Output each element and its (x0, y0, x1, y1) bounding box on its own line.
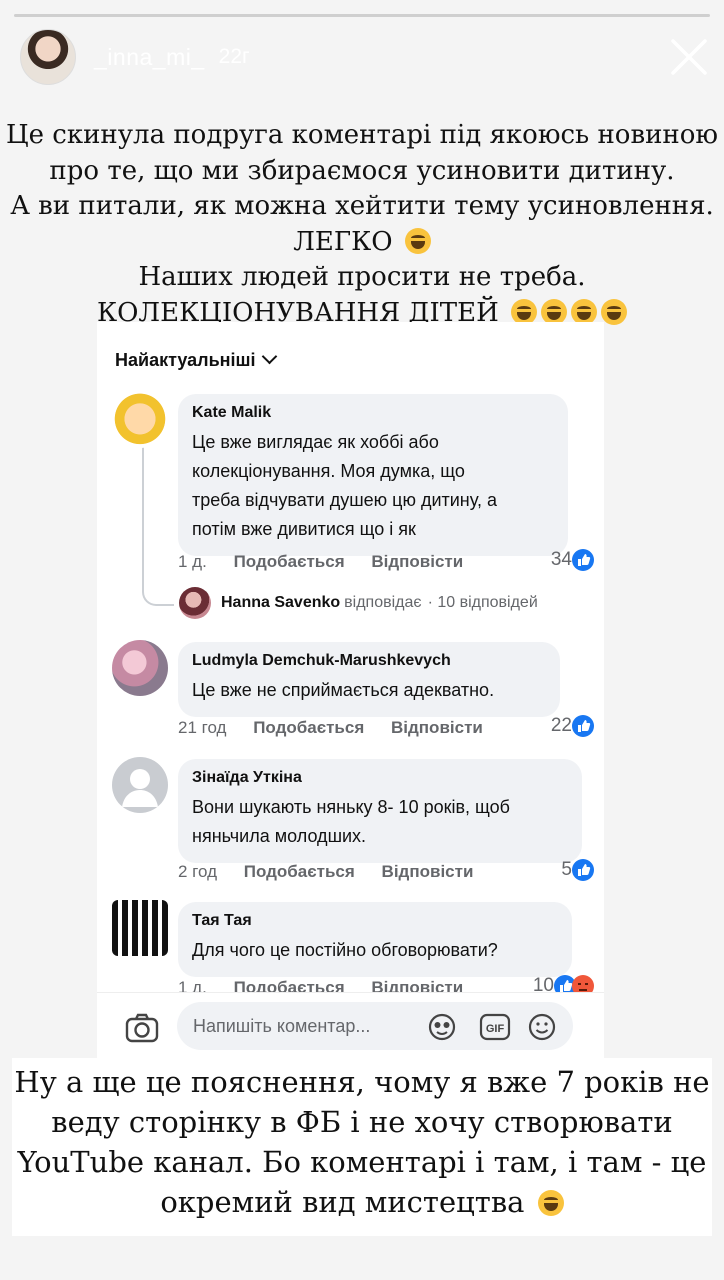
commenter-name[interactable]: Ludmyla Demchuk-Marushkevych (192, 652, 546, 670)
reaction-count[interactable]: 34 (551, 549, 594, 571)
comment-time: 1 д. (178, 552, 207, 571)
avatar (179, 587, 211, 619)
reply-button[interactable]: Відповісти (371, 552, 463, 571)
laughing-emoji-icon (511, 298, 538, 325)
like-button[interactable]: Подобається (234, 552, 345, 571)
laughing-emoji-icon (601, 298, 628, 325)
avatar-sticker-icon[interactable] (427, 1012, 457, 1042)
emoji-icon[interactable] (527, 1012, 557, 1042)
comment-placeholder: Напишіть коментар... (193, 1016, 371, 1036)
story-caption-bottom: Ну а ще це пояснення, чому я вже 7 років… (12, 1058, 712, 1236)
caption-line: Це скинула подруга коментарі під якоюсь … (5, 120, 719, 150)
default-avatar-icon[interactable] (112, 757, 168, 813)
story-time: 22г (218, 45, 250, 68)
commenter-name[interactable]: Kate Malik (192, 404, 554, 422)
comment-actions: 21 год Подобається Відповісти (178, 718, 505, 738)
reaction-count[interactable]: 22 (551, 715, 594, 737)
comment-input[interactable]: Напишіть коментар... GIF (177, 1002, 573, 1050)
story-progress-bar (14, 14, 710, 17)
reply-author: Hanna Savenko (221, 594, 341, 611)
comment-bubble: Kate Malik Це вже виглядає як хоббі або … (178, 394, 568, 556)
comment-bubble: Зінаїда Уткіна Вони шукають няньку 8- 10… (178, 759, 582, 863)
close-icon[interactable] (668, 36, 710, 78)
sort-dropdown[interactable]: Найактуальніші (115, 348, 277, 371)
reply-button[interactable]: Відповісти (391, 718, 483, 737)
comment-actions: 2 год Подобається Відповісти (178, 862, 495, 882)
qr-avatar[interactable] (112, 900, 168, 956)
comment-time: 21 год (178, 718, 227, 737)
comment-actions: 1 д. Подобається Відповісти (178, 552, 485, 572)
caption-line: Ну а ще це пояснення, чому я вже 7 років… (14, 1065, 710, 1099)
commenter-name[interactable]: Зінаїда Уткіна (192, 769, 568, 787)
caption-line: А ви питали, як можна хейтити тему усино… (10, 191, 714, 221)
comment-bubble: Ludmyla Demchuk-Marushkevych Це вже не с… (178, 642, 560, 717)
reaction-count[interactable]: 5 (561, 859, 594, 881)
comment-text: Вони шукають няньку 8- 10 років, щоб нян… (192, 797, 510, 846)
comment-time: 2 год (178, 862, 218, 881)
like-button[interactable]: Подобається (253, 718, 364, 737)
reply-thread-line (142, 442, 174, 606)
laughing-emoji-icon (541, 298, 568, 325)
caption-line: окремий вид мистецтва (12, 1182, 712, 1222)
like-button[interactable]: Подобається (244, 862, 355, 881)
laughing-emoji-icon (571, 298, 598, 325)
caption-line: ЛЕГКО (0, 225, 724, 261)
reply-count: · 10 відповідей (427, 594, 538, 611)
story-progress-fill (14, 14, 710, 17)
reply-action: відповідає (344, 594, 422, 611)
comment-text: Це вже не сприймається адекватно. (192, 680, 495, 700)
comment-composer: Напишіть коментар... GIF (97, 992, 604, 1059)
story-header: _inna_mi_ 22г (20, 29, 250, 85)
svg-text:GIF: GIF (486, 1023, 505, 1035)
caption-line: YouTube канал. Бо коментарі і там, і там… (17, 1145, 707, 1179)
chevron-down-icon (261, 348, 277, 365)
caption-line: веду сторінку в ФБ і не хочу створювати (51, 1105, 673, 1139)
avatar[interactable] (112, 392, 168, 448)
caption-line: про те, що ми збираємося усиновити дитин… (49, 155, 675, 186)
like-reaction-icon (572, 549, 594, 571)
laughing-emoji-icon (404, 227, 431, 254)
camera-icon[interactable] (125, 1013, 159, 1043)
facebook-comments-screenshot: Найактуальніші Kate Malik Це вже вигляда… (97, 322, 604, 1059)
reply-button[interactable]: Відповісти (382, 862, 474, 881)
like-reaction-icon (572, 715, 594, 737)
commenter-name[interactable]: Тая Тая (192, 912, 558, 930)
reply-thread[interactable]: Hanna Savenko відповідає · 10 відповідей (179, 587, 538, 619)
comment-bubble: Тая Тая Для чого це постійно обговорюват… (178, 902, 572, 977)
laughing-emoji-icon (537, 1190, 564, 1216)
caption-line: Наших людей просити не треба. (138, 262, 586, 292)
avatar[interactable] (112, 640, 168, 696)
comment-text: Для чого це постійно обговорювати? (192, 940, 498, 960)
gif-icon[interactable]: GIF (479, 1012, 511, 1042)
like-reaction-icon (572, 859, 594, 881)
story-caption-top: Це скинула подруга коментарі під якоюсь … (0, 118, 724, 331)
comment-text: Це вже виглядає як хоббі або колекціонув… (192, 432, 497, 539)
username[interactable]: _inna_mi_ (94, 44, 205, 71)
avatar[interactable] (20, 29, 76, 85)
